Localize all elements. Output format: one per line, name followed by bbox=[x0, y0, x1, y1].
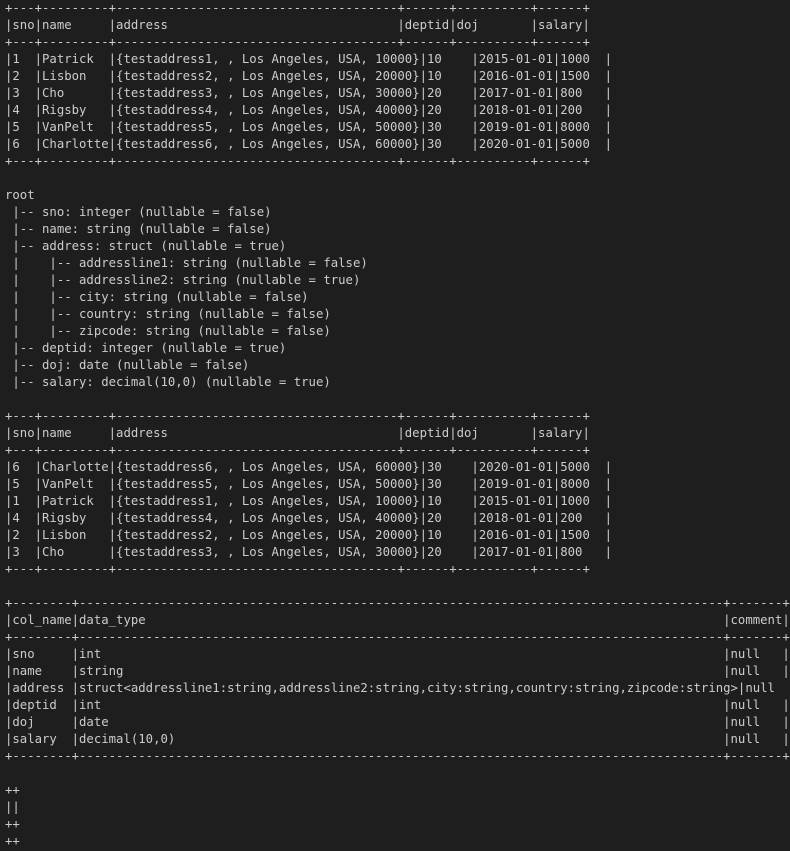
console-line: | |-- addressline1: string (nullable = f… bbox=[5, 256, 368, 270]
console-line: | |-- country: string (nullable = false) bbox=[5, 307, 331, 321]
console-line: |4 |Rigsby |{testaddress4, , Los Angeles… bbox=[5, 511, 613, 525]
console-line: |2 |Lisbon |{testaddress2, , Los Angeles… bbox=[5, 528, 613, 542]
console-line: |-- name: string (nullable = false) bbox=[5, 222, 272, 236]
console-line: +--------+------------------------------… bbox=[5, 749, 790, 763]
console-line: | |-- addressline2: string (nullable = t… bbox=[5, 273, 361, 287]
console-line: root bbox=[5, 188, 35, 202]
console-line: |2 |Lisbon |{testaddress2, , Los Angeles… bbox=[5, 69, 613, 83]
console-line: ++ bbox=[5, 783, 20, 797]
console-line: |6 |Charlotte|{testaddress6, , Los Angel… bbox=[5, 460, 613, 474]
console-line: +---+---------+-------------------------… bbox=[5, 35, 590, 49]
console-line: |4 |Rigsby |{testaddress4, , Los Angeles… bbox=[5, 103, 613, 117]
console-line: +--------+------------------------------… bbox=[5, 596, 790, 610]
console-line: |-- deptid: integer (nullable = true) bbox=[5, 341, 287, 355]
console-line: |6 |Charlotte|{testaddress6, , Los Angel… bbox=[5, 137, 613, 151]
console-line: | |-- city: string (nullable = false) bbox=[5, 290, 309, 304]
console-line: || bbox=[5, 800, 20, 814]
console-line: |1 |Patrick |{testaddress1, , Los Angele… bbox=[5, 52, 613, 66]
console-line: ++ bbox=[5, 834, 20, 848]
console-output: +---+---------+-------------------------… bbox=[5, 0, 790, 851]
console-line: +--------+------------------------------… bbox=[5, 630, 790, 644]
console-line: +---+---------+-------------------------… bbox=[5, 443, 590, 457]
console-line: |-- sno: integer (nullable = false) bbox=[5, 205, 272, 219]
console-line: |salary |decimal(10,0) |null | bbox=[5, 732, 790, 746]
console-line: |1 |Patrick |{testaddress1, , Los Angele… bbox=[5, 494, 613, 508]
console-line: |5 |VanPelt |{testaddress5, , Los Angele… bbox=[5, 120, 613, 134]
console-line: |sno|name |address |deptid|doj |salary| bbox=[5, 18, 590, 32]
console-line: |-- doj: date (nullable = false) bbox=[5, 358, 250, 372]
console-line: |-- salary: decimal(10,0) (nullable = tr… bbox=[5, 375, 331, 389]
console-line: |col_name|data_type |comment| bbox=[5, 613, 790, 627]
console-line: +---+---------+-------------------------… bbox=[5, 562, 590, 576]
console-line: |deptid |int |null | bbox=[5, 698, 790, 712]
console-line: | |-- zipcode: string (nullable = false) bbox=[5, 324, 331, 338]
console-line: +---+---------+-------------------------… bbox=[5, 154, 590, 168]
console-line: ++ bbox=[5, 817, 20, 831]
console-line: |address |struct<addressline1:string,add… bbox=[5, 681, 790, 695]
console-line: +---+---------+-------------------------… bbox=[5, 1, 590, 15]
console-line: |3 |Cho |{testaddress3, , Los Angeles, U… bbox=[5, 545, 613, 559]
console-line: +---+---------+-------------------------… bbox=[5, 409, 590, 423]
console-line: |5 |VanPelt |{testaddress5, , Los Angele… bbox=[5, 477, 613, 491]
console-line: |sno |int |null | bbox=[5, 647, 790, 661]
console-line: |doj |date |null | bbox=[5, 715, 790, 729]
console-line: |sno|name |address |deptid|doj |salary| bbox=[5, 426, 590, 440]
console-line: |name |string |null | bbox=[5, 664, 790, 678]
console-line: |3 |Cho |{testaddress3, , Los Angeles, U… bbox=[5, 86, 613, 100]
console-line: |-- address: struct (nullable = true) bbox=[5, 239, 287, 253]
